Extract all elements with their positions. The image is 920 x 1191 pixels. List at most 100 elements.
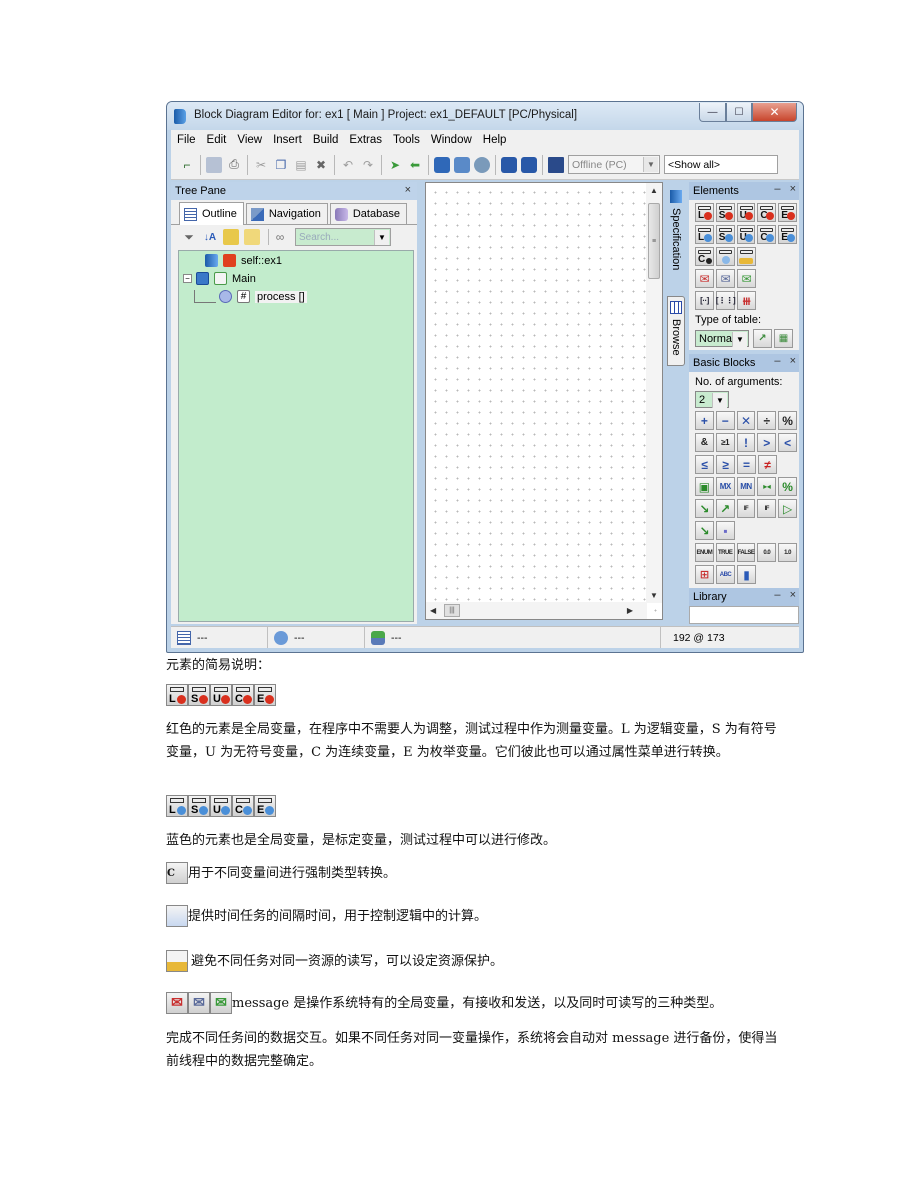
filter-icon[interactable]: ⏷ xyxy=(181,229,197,245)
connect-icon[interactable]: ⌐ xyxy=(179,157,195,173)
resource-lock-icon[interactable] xyxy=(737,247,756,266)
chevron-down-icon[interactable]: ▼ xyxy=(712,393,727,408)
sort-az-icon[interactable]: ↓A xyxy=(202,229,218,245)
matrix-icon[interactable]: [⋮⋮] xyxy=(716,291,736,310)
copy-icon[interactable]: ❐ xyxy=(273,157,289,173)
chevron-down-icon[interactable]: ▼ xyxy=(732,332,747,347)
comment-block-icon[interactable]: ABC xyxy=(716,565,735,584)
timer-icon[interactable] xyxy=(716,247,735,266)
measure-unsigned-var-icon[interactable]: U xyxy=(736,203,756,222)
binoculars-icon[interactable]: ∞ xyxy=(272,229,288,245)
menu-view[interactable]: View xyxy=(237,134,262,146)
greater-equal-block-icon[interactable]: ≥ xyxy=(716,455,735,474)
calib-unsigned-var-icon[interactable]: U xyxy=(736,225,756,244)
redo-icon[interactable]: ↷ xyxy=(360,157,376,173)
measure-enum-var-icon[interactable]: E xyxy=(778,203,797,222)
subtract-block-icon[interactable]: − xyxy=(715,411,735,430)
map-table-icon[interactable]: ▦ xyxy=(774,329,793,348)
minimize-button[interactable]: — xyxy=(699,103,726,122)
calib-enum-var-icon[interactable]: E xyxy=(778,225,797,244)
save-icon[interactable] xyxy=(206,156,222,173)
measure-continuous-var-icon[interactable]: C xyxy=(757,203,777,222)
one-constant-icon[interactable]: 1.0 xyxy=(778,543,797,562)
menu-help[interactable]: Help xyxy=(483,134,507,146)
library-content[interactable] xyxy=(689,606,799,624)
true-constant-icon[interactable]: TRUE xyxy=(715,543,735,562)
close-icon[interactable]: × xyxy=(790,183,796,195)
multiply-block-icon[interactable]: ✕ xyxy=(736,411,756,430)
generate-icon[interactable] xyxy=(454,156,470,173)
calib-logic-var-icon[interactable]: L xyxy=(695,225,714,244)
scroll-right-icon[interactable]: ▶ xyxy=(627,606,633,615)
curve-table-icon[interactable]: ↗ xyxy=(753,329,772,348)
connector-block-icon[interactable]: ▪ xyxy=(716,521,735,540)
calib-continuous-var-icon[interactable]: C xyxy=(757,225,777,244)
filter-select[interactable]: <Show all> xyxy=(664,155,778,174)
tab-outline[interactable]: Outline xyxy=(179,202,244,225)
tree-node-main[interactable]: − Main xyxy=(183,272,256,285)
measure-logic-var-icon[interactable]: L xyxy=(695,203,714,222)
cut-icon[interactable]: ✂ xyxy=(253,157,269,173)
less-equal-block-icon[interactable]: ≤ xyxy=(695,455,714,474)
zero-constant-icon[interactable]: 0.0 xyxy=(757,543,777,562)
paste-icon[interactable]: ▤ xyxy=(293,157,309,173)
print-icon[interactable]: ⎙ xyxy=(226,157,242,173)
menu-edit[interactable]: Edit xyxy=(207,134,227,146)
scroll-up-icon[interactable]: ▲ xyxy=(650,186,658,195)
demux-block-icon[interactable]: ↘ xyxy=(695,521,714,540)
close-icon[interactable]: × xyxy=(405,184,411,196)
multiplexer-block-icon[interactable]: ↗ xyxy=(715,499,735,518)
switch-block-icon[interactable]: ↘ xyxy=(695,499,714,518)
array-icon[interactable]: [··] xyxy=(695,291,714,310)
tab-browse[interactable]: Browse xyxy=(667,296,685,366)
not-block-icon[interactable]: ! xyxy=(736,433,756,452)
maximize-button[interactable]: ☐ xyxy=(726,103,752,122)
back-icon[interactable]: ⬅ xyxy=(407,157,423,173)
vertical-scrollbar[interactable]: ▲ ≡ ▼ xyxy=(646,183,662,603)
characteristic-line-icon[interactable]: ⧻ xyxy=(737,291,756,310)
tab-specification[interactable]: Specification xyxy=(667,186,685,294)
expand-all-icon[interactable] xyxy=(223,229,239,245)
tree-node-process[interactable]: # process [] xyxy=(219,290,307,303)
menu-build[interactable]: Build xyxy=(313,134,339,146)
scroll-down-icon[interactable]: ▼ xyxy=(650,591,658,600)
close-icon[interactable]: × xyxy=(790,355,796,367)
if-block-icon[interactable]: IF xyxy=(736,499,756,518)
diagram-canvas[interactable]: ▲ ≡ ▼ ◀ ||| ▶ xyxy=(425,182,663,620)
limiter-block-icon[interactable]: ▸◂ xyxy=(757,477,777,496)
or-block-icon[interactable]: ≥1 xyxy=(715,433,735,452)
minimize-icon[interactable]: – xyxy=(774,589,780,601)
hierarchy-block-icon[interactable]: ⊞ xyxy=(695,565,714,584)
build-icon[interactable] xyxy=(434,156,450,173)
not-equal-block-icon[interactable]: ≠ xyxy=(758,455,777,474)
menu-extras[interactable]: Extras xyxy=(349,134,382,146)
message-icon[interactable]: ✉ xyxy=(716,269,735,288)
scroll-left-icon[interactable]: ◀ xyxy=(430,606,436,615)
sequence-block-icon[interactable]: ▷ xyxy=(778,499,797,518)
menu-window[interactable]: Window xyxy=(431,134,472,146)
calib-signed-var-icon[interactable]: S xyxy=(715,225,735,244)
greater-block-icon[interactable]: > xyxy=(757,433,777,452)
target-icon[interactable] xyxy=(548,156,564,173)
min-block-icon[interactable]: MN xyxy=(736,477,756,496)
book-block-icon[interactable]: ▮ xyxy=(737,565,756,584)
type-cast-icon[interactable]: C xyxy=(695,247,714,266)
target-select[interactable]: Offline (PC) ▼ xyxy=(568,155,660,174)
minimize-icon[interactable]: – xyxy=(774,355,780,367)
send-message-icon[interactable]: ✉ xyxy=(737,269,756,288)
horizontal-scrollbar[interactable]: ◀ ||| ▶ xyxy=(426,602,647,619)
menu-insert[interactable]: Insert xyxy=(273,134,302,146)
close-icon[interactable]: × xyxy=(790,589,796,601)
minimize-icon[interactable]: – xyxy=(774,183,780,195)
forward-icon[interactable]: ➤ xyxy=(387,157,403,173)
chevron-down-icon[interactable]: ▼ xyxy=(643,157,658,172)
tree-node-module[interactable]: self::ex1 xyxy=(205,254,282,267)
enum-constant-icon[interactable]: ENUM xyxy=(695,543,714,562)
import-icon[interactable] xyxy=(501,156,517,173)
search-project-icon[interactable] xyxy=(474,156,490,173)
equal-block-icon[interactable]: = xyxy=(737,455,756,474)
export-icon[interactable] xyxy=(521,156,537,173)
less-block-icon[interactable]: < xyxy=(778,433,797,452)
divide-block-icon[interactable]: ÷ xyxy=(757,411,777,430)
delete-icon[interactable]: ✖ xyxy=(313,157,329,173)
